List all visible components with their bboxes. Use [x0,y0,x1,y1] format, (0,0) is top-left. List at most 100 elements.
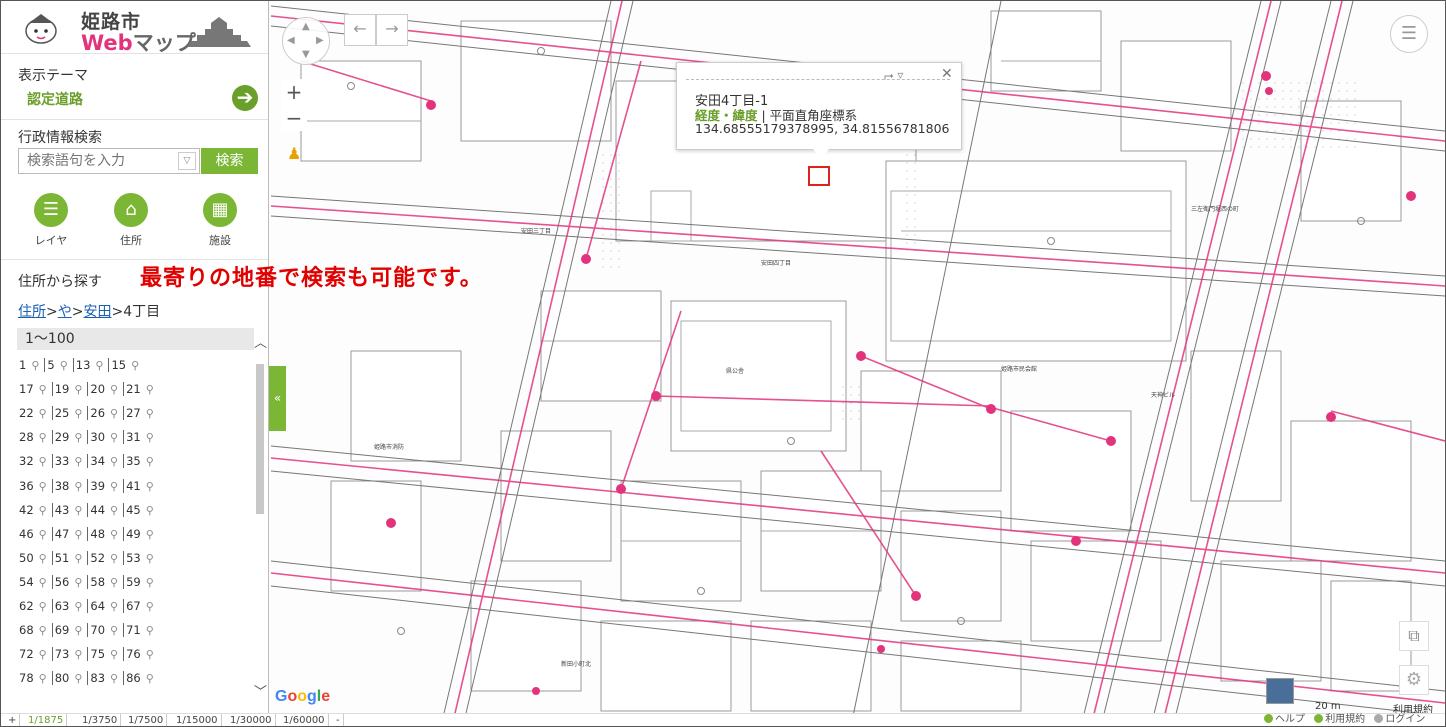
address-number-link[interactable]: 80 [51,671,69,686]
address-number-link[interactable]: 47 [51,526,69,541]
address-number-link[interactable]: 70 [87,623,105,638]
terms-link[interactable]: 利用規約 [1325,714,1365,725]
scale-option[interactable]: 1/7500 [125,714,168,726]
pan-down-icon[interactable]: ▼ [302,49,310,60]
address-number-link[interactable]: 22 [19,406,34,420]
address-number-link[interactable]: 15 [108,358,126,372]
address-number-link[interactable]: 67 [123,599,141,613]
address-number-link[interactable]: 71 [123,623,141,638]
address-number-link[interactable]: 34 [87,454,105,469]
chevron-up-icon[interactable]: ︿ [254,332,267,351]
address-number-link[interactable]: 39 [87,478,105,493]
address-number-link[interactable]: 62 [19,599,34,613]
address-number-link[interactable]: 75 [87,647,105,662]
theme-value[interactable]: 認定道路 [27,89,83,109]
back-arrow-button[interactable]: ← [344,14,376,46]
address-number-link[interactable]: 44 [87,502,105,517]
address-number-link[interactable]: 1 [19,358,26,372]
sidebar-collapse-tab[interactable]: « [269,366,286,431]
address-number-link[interactable]: 68 [19,623,34,637]
address-number-link[interactable]: 17 [19,382,34,396]
address-number-link[interactable]: 86 [123,671,141,686]
nav-layer-button[interactable]: ☰ レイヤ [21,193,81,248]
scale-option[interactable]: 1/15000 [173,714,222,726]
layer-switch-button[interactable]: ⧉ [1399,621,1429,651]
address-number-link[interactable]: 28 [19,430,34,444]
address-number-link[interactable]: 69 [51,623,69,638]
address-number-link[interactable]: 36 [19,479,34,493]
address-number-link[interactable]: 38 [51,478,69,493]
address-number-link[interactable]: 73 [51,647,69,662]
address-number-link[interactable]: 53 [123,550,141,565]
help-link[interactable]: ヘルプ [1275,714,1305,725]
address-number-link[interactable]: 56 [51,574,69,589]
scale-option[interactable]: 1/3750 [79,714,122,726]
search-dropdown-icon[interactable]: ▽ [178,152,196,170]
address-number-link[interactable]: 43 [51,502,69,517]
settings-button[interactable]: ⚙ [1399,665,1429,695]
scale-option[interactable]: 1/60000 [280,714,329,726]
address-number-link[interactable]: 63 [51,599,69,613]
breadcrumb-root-link[interactable]: 住所 [18,304,46,320]
scrollbar-thumb[interactable] [256,364,264,514]
address-number-link[interactable]: 13 [72,358,90,372]
address-number-link[interactable]: 48 [87,526,105,541]
address-number-link[interactable]: 29 [51,430,69,445]
pegman-icon[interactable]: ♟ [287,144,301,163]
address-number-link[interactable]: 30 [87,430,105,445]
breadcrumb-level1-link[interactable]: や [58,304,72,320]
address-number-link[interactable]: 72 [19,647,34,661]
address-number-link[interactable]: 52 [87,550,105,565]
pan-right-icon[interactable]: ▶ [316,35,324,46]
chevron-down-icon[interactable]: ﹀ [254,681,267,700]
theme-go-button[interactable]: ➔ [232,85,258,111]
login-link[interactable]: ログイン [1385,714,1425,725]
nav-facility-button[interactable]: ▦ 施設 [190,193,250,248]
pan-up-icon[interactable]: ▲ [302,21,310,32]
address-number-link[interactable]: 31 [123,430,141,445]
address-number-link[interactable]: 5 [44,358,55,372]
address-number-link[interactable]: 58 [87,574,105,589]
address-number-link[interactable]: 45 [123,502,141,517]
scale-option[interactable]: 1/1875 [25,714,68,726]
address-number-link[interactable]: 25 [51,406,69,421]
app-logo[interactable]: 姫路市 Webマップ [1,1,268,55]
address-number-link[interactable]: 50 [19,551,34,565]
scale-option[interactable]: + [5,714,21,726]
address-number-link[interactable]: 21 [123,382,141,397]
address-number-link[interactable]: 49 [123,526,141,541]
range-header[interactable]: 1～100 [17,328,254,350]
address-number-link[interactable]: 33 [51,454,69,469]
address-number-link[interactable]: 32 [19,454,34,468]
compass-control[interactable]: ▲ ▼ ◀ ▶ [282,17,330,65]
address-number-link[interactable]: 83 [87,671,105,686]
search-button[interactable]: 検索 [201,148,258,174]
address-number-link[interactable]: 76 [123,647,141,662]
zoom-in-button[interactable]: + [281,79,307,105]
share-icon[interactable]: ⮣ ▿ [884,68,903,83]
address-number-link[interactable]: 41 [123,478,141,493]
pan-left-icon[interactable]: ◀ [287,35,295,46]
menu-button[interactable]: ☰ [1390,15,1428,53]
address-number-link[interactable]: 42 [19,503,34,517]
nav-address-button[interactable]: ⌂ 住所 [101,193,161,248]
address-number-link[interactable]: 19 [51,382,69,397]
close-icon[interactable]: ✕ [941,66,953,82]
address-number-link[interactable]: 20 [87,382,105,397]
address-number-link[interactable]: 64 [87,599,105,613]
address-number-link[interactable]: 78 [19,671,34,685]
address-number-link[interactable]: 51 [51,550,69,565]
breadcrumb-level2-link[interactable]: 安田 [83,304,111,320]
streetview-thumbnail[interactable] [1266,678,1294,704]
address-number-link[interactable]: 54 [19,575,34,589]
forward-arrow-button[interactable]: → [376,14,408,46]
address-number-link[interactable]: 35 [123,454,141,469]
address-number-link[interactable]: 46 [19,527,34,541]
address-number-link[interactable]: 59 [123,574,141,589]
address-number-link[interactable]: 26 [87,406,105,421]
scale-option[interactable]: 1/30000 [227,714,276,726]
scale-option[interactable]: - [333,714,344,726]
zoom-out-button[interactable]: − [281,105,307,131]
address-number-link[interactable]: 27 [123,406,141,421]
search-input[interactable] [18,148,200,174]
